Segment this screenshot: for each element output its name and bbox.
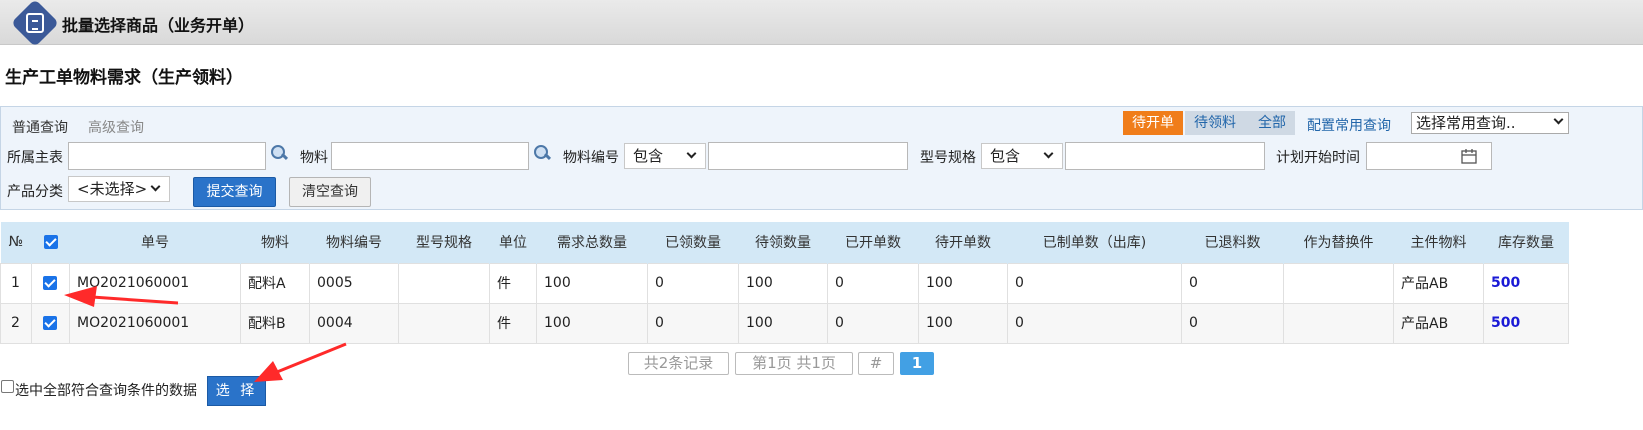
annotation-arrow-icon — [254, 342, 347, 382]
annotation-arrows — [64, 286, 347, 382]
annotation-arrow-icon — [64, 286, 179, 307]
